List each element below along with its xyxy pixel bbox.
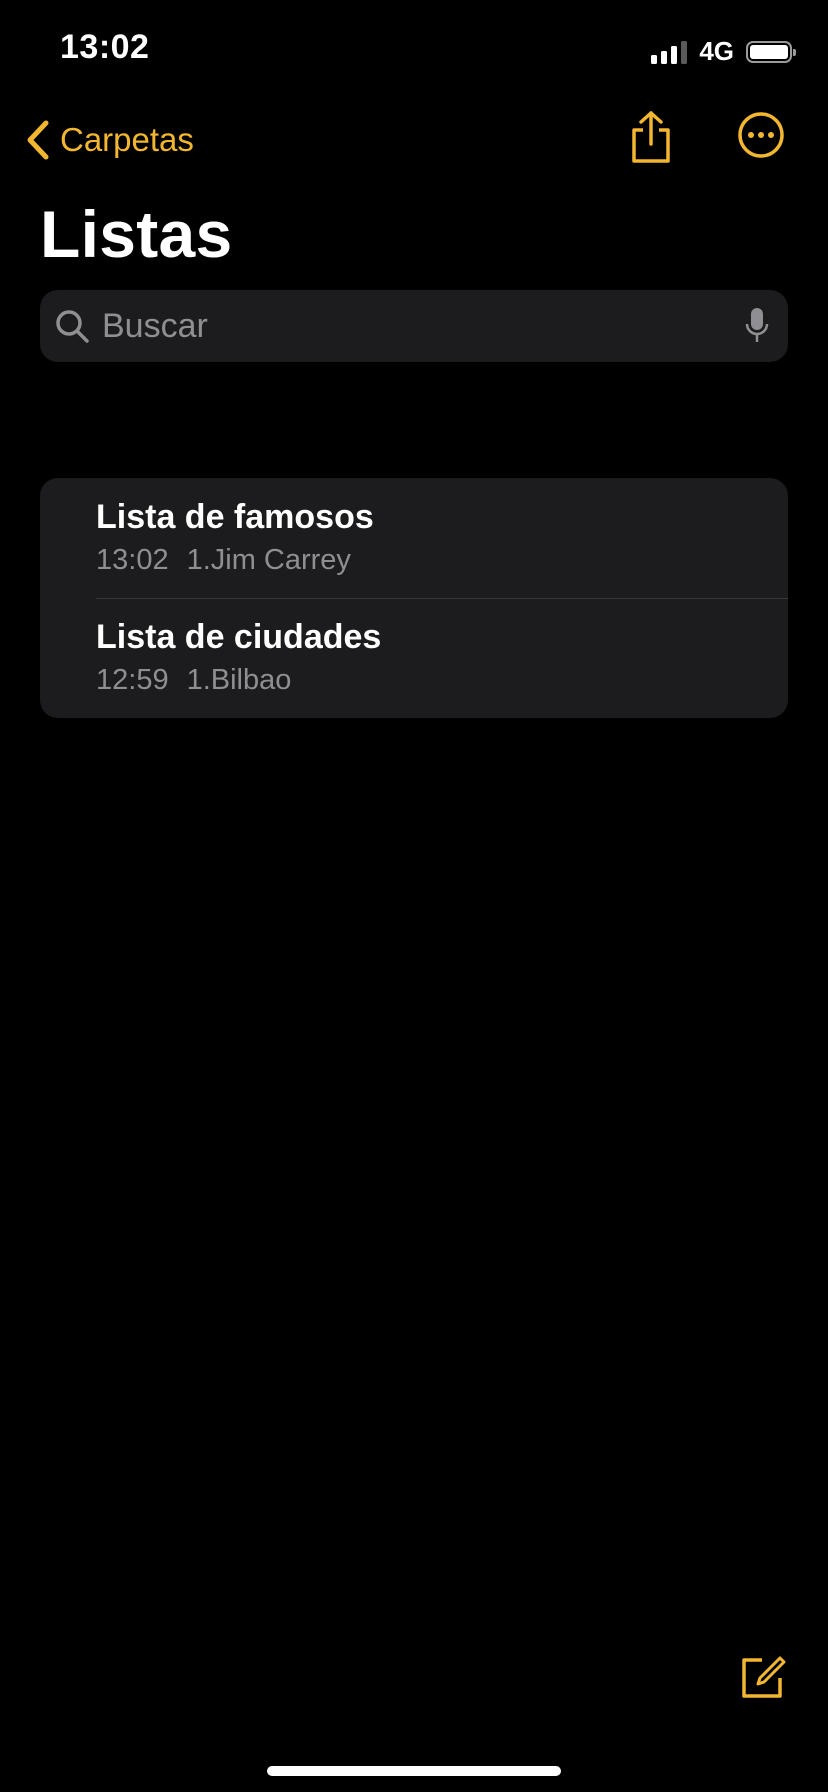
back-button-label: Carpetas	[60, 121, 194, 158]
search-bar[interactable]	[40, 290, 788, 362]
note-time: 12:59	[96, 664, 169, 696]
search-input[interactable]	[100, 305, 744, 347]
more-button[interactable]	[736, 110, 786, 165]
status-time: 13:02	[60, 28, 150, 66]
compose-icon	[742, 1656, 786, 1698]
chevron-left-icon	[27, 120, 49, 160]
ellipsis-circle-icon	[738, 112, 784, 158]
navigation-bar: Carpetas	[0, 100, 828, 190]
status-bar: 13:02 4G	[0, 0, 828, 100]
signal-icon	[651, 40, 688, 64]
home-indicator	[267, 1766, 561, 1776]
page-title: Listas	[40, 197, 233, 271]
network-type: 4G	[699, 36, 734, 66]
back-button[interactable]: Carpetas	[24, 118, 194, 162]
share-icon	[632, 111, 670, 163]
note-meta: 12:59 1.Bilbao	[96, 664, 291, 697]
status-indicators: 4G	[651, 36, 796, 67]
note-preview: 1.Bilbao	[186, 664, 292, 696]
list-item[interactable]: Lista de ciudades 12:59 1.Bilbao	[40, 598, 788, 718]
note-meta: 13:02 1.Jim Carrey	[96, 544, 351, 577]
compose-button[interactable]	[738, 1652, 788, 1707]
microphone-icon[interactable]	[744, 306, 770, 346]
note-title: Lista de famosos	[96, 498, 374, 536]
note-title: Lista de ciudades	[96, 618, 382, 656]
search-icon	[56, 310, 89, 343]
list-item[interactable]: Lista de famosos 13:02 1.Jim Carrey	[40, 478, 788, 598]
share-button[interactable]	[628, 110, 674, 171]
note-preview: 1.Jim Carrey	[186, 544, 351, 576]
note-time: 13:02	[96, 544, 169, 576]
battery-icon	[746, 40, 796, 63]
notes-list: Lista de famosos 13:02 1.Jim Carrey List…	[40, 478, 788, 718]
